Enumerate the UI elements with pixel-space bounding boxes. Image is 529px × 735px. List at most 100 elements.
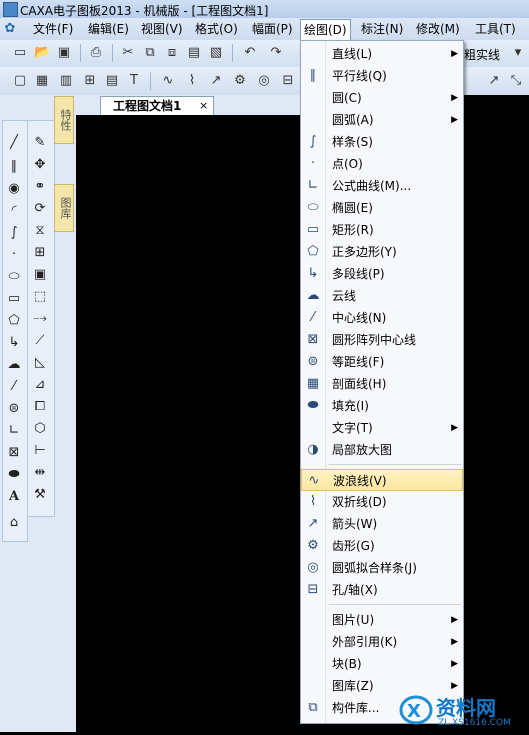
print-icon[interactable]: ⎙ <box>88 45 104 61</box>
cloud-tool-icon[interactable]: ☁ <box>4 355 24 375</box>
menu-dimension[interactable]: 标注(N) <box>358 21 406 37</box>
modify-tool-icon[interactable]: ↗ <box>486 73 502 89</box>
draw-menu-item[interactable]: 图片(U) ▶ <box>301 609 463 631</box>
polygon-tool-icon[interactable]: ⬠ <box>4 311 24 331</box>
draw-menu-item[interactable]: ▭ 矩形(R) <box>301 219 463 241</box>
draw-menu-item[interactable]: ◎ 圆弧拟合样条(J) <box>301 557 463 579</box>
stretch-tool-icon[interactable]: ⧠ <box>30 397 50 417</box>
draw-menu-item[interactable]: 圆弧(A) ▶ <box>301 109 463 131</box>
hatch-tool-icon[interactable]: ⊠ <box>4 443 24 463</box>
draw-menu-item[interactable]: ↗ 箭头(W) <box>301 513 463 535</box>
table-icon[interactable]: ⊞ <box>82 73 98 89</box>
menu-draw[interactable]: 绘图(D) <box>300 19 351 40</box>
dim-tool-icon[interactable]: ⇹ <box>30 463 50 483</box>
copy-icon[interactable]: ⧉ <box>142 45 158 61</box>
paste-icon[interactable]: ▤ <box>186 45 202 61</box>
draw-menu-item[interactable]: 块(B) ▶ <box>301 653 463 675</box>
format-painter-icon[interactable]: ▧ <box>208 45 224 61</box>
draw-menu-item[interactable]: 外部引用(K) ▶ <box>301 631 463 653</box>
menu-file[interactable]: 文件(F) <box>30 21 76 37</box>
draw-menu-item[interactable]: ∟ 公式曲线(M)... <box>301 175 463 197</box>
arrow-tool-icon[interactable]: ↗ <box>208 73 224 89</box>
app-menu-icon[interactable]: ✿ <box>2 21 18 37</box>
erase-tool-icon[interactable]: ✎ <box>30 133 50 153</box>
text-tool-icon[interactable]: A <box>4 487 24 507</box>
break-tool-icon[interactable]: ⟋ <box>30 331 50 351</box>
wave-line-tool-icon[interactable]: ∿ <box>160 73 176 89</box>
menu-edit[interactable]: 编辑(E) <box>85 21 132 37</box>
block-tool-icon[interactable]: ⌂ <box>4 513 24 533</box>
draw-menu-item[interactable]: ▦ 剖面线(H) <box>301 373 463 395</box>
parallel-tool-icon[interactable]: ∥ <box>4 157 24 177</box>
text-box-icon[interactable]: T <box>126 73 142 89</box>
chevron-down-icon[interactable]: ▾ <box>510 45 526 61</box>
rectangle-tool-icon[interactable]: ▭ <box>4 289 24 309</box>
draw-menu-item[interactable]: ∿ 波浪线(V) <box>301 469 463 491</box>
title-block-icon[interactable]: ▦ <box>34 73 50 89</box>
save-icon[interactable]: ▣ <box>56 45 72 61</box>
new-file-icon[interactable]: ▭ <box>12 45 28 61</box>
linestyle-select[interactable]: 粗实线 <box>464 46 500 63</box>
point-tool-icon[interactable]: · <box>4 245 24 265</box>
menu-modify[interactable]: 修改(M) <box>413 21 463 37</box>
copy-tool-icon[interactable]: ⚭ <box>30 177 50 197</box>
close-icon[interactable]: × <box>199 97 208 115</box>
draw-menu-item[interactable]: ⁄ 中心线(N) <box>301 307 463 329</box>
scale-tool-icon[interactable]: ⤡ <box>508 73 524 89</box>
measure-tool-icon[interactable]: ⊢ <box>30 441 50 461</box>
frame-icon[interactable]: ▥ <box>58 73 74 89</box>
spline-tool-icon[interactable]: ∫ <box>4 223 24 243</box>
paint-tool-icon[interactable]: ⚒ <box>30 485 50 505</box>
draw-menu-item[interactable]: ⊜ 等距线(F) <box>301 351 463 373</box>
array-tool-icon[interactable]: ⊞ <box>30 243 50 263</box>
mirror-tool-icon[interactable]: ⧖ <box>30 221 50 241</box>
explode-tool-icon[interactable]: ⬡ <box>30 419 50 439</box>
window-select-icon[interactable]: ▢ <box>12 73 28 89</box>
draw-menu-item[interactable]: 圆(C) ▶ <box>301 87 463 109</box>
parts-list-icon[interactable]: ▤ <box>104 73 120 89</box>
draw-menu-item[interactable]: ⌇ 双折线(D) <box>301 491 463 513</box>
panel-tab-properties[interactable]: 特性 <box>54 96 74 144</box>
chamfer-tool-icon[interactable]: ⊿ <box>30 375 50 395</box>
paste-special-icon[interactable]: ⧈ <box>164 45 180 61</box>
menu-tools[interactable]: 工具(T) <box>472 21 519 37</box>
draw-menu-item[interactable]: ☁ 云线 <box>301 285 463 307</box>
polyline-tool-icon[interactable]: ↳ <box>4 333 24 353</box>
hole-shaft-tool-icon[interactable]: ⊟ <box>280 73 296 89</box>
draw-menu-item[interactable]: ⬬ 填充(I) <box>301 395 463 417</box>
gear-tooth-tool-icon[interactable]: ⚙ <box>232 73 248 89</box>
draw-menu-item[interactable]: ⊠ 圆形阵列中心线 <box>301 329 463 351</box>
menu-format[interactable]: 格式(O) <box>192 21 241 37</box>
line-tool-icon[interactable]: ╱ <box>4 133 24 153</box>
arc-tool-icon[interactable]: ◜ <box>4 201 24 221</box>
trim-tool-icon[interactable]: ⬚ <box>30 287 50 307</box>
draw-menu-item[interactable]: 文字(T) ▶ <box>301 417 463 439</box>
draw-menu-item[interactable]: ↳ 多段线(P) <box>301 263 463 285</box>
draw-menu-item[interactable]: ⊟ 孔/轴(X) <box>301 579 463 601</box>
redo-icon[interactable]: ↷ <box>268 45 284 61</box>
extend-tool-icon[interactable]: ⤍ <box>30 309 50 329</box>
draw-menu-item[interactable]: ⬠ 正多边形(Y) <box>301 241 463 263</box>
break-line-tool-icon[interactable]: ⌇ <box>184 73 200 89</box>
arc-fit-spline-tool-icon[interactable]: ◎ <box>256 73 272 89</box>
fillet-tool-icon[interactable]: ◺ <box>30 353 50 373</box>
drawing-canvas-right[interactable] <box>462 95 529 732</box>
menu-view[interactable]: 视图(V) <box>138 21 186 37</box>
centerline-tool-icon[interactable]: ⁄ <box>4 377 24 397</box>
move-tool-icon[interactable]: ✥ <box>30 155 50 175</box>
angle-tool-icon[interactable]: ∟ <box>4 421 24 441</box>
undo-icon[interactable]: ↶ <box>242 45 258 61</box>
menu-sheet[interactable]: 幅面(P) <box>249 21 296 37</box>
draw-menu-item[interactable]: ◑ 局部放大图 <box>301 439 463 461</box>
cut-icon[interactable]: ✂ <box>120 45 136 61</box>
offset-tool-icon[interactable]: ⊜ <box>4 399 24 419</box>
draw-menu-item[interactable]: ∫ 样条(S) <box>301 131 463 153</box>
drawing-canvas[interactable] <box>76 116 300 732</box>
draw-menu-item[interactable]: · 点(O) <box>301 153 463 175</box>
rotate-tool-icon[interactable]: ⟳ <box>30 199 50 219</box>
scale-tool-icon-2[interactable]: ▣ <box>30 265 50 285</box>
ellipse-tool-icon[interactable]: ⬭ <box>4 267 24 287</box>
open-file-icon[interactable]: 📂 <box>34 45 50 61</box>
draw-menu-item[interactable]: ∥ 平行线(Q) <box>301 65 463 87</box>
circle-tool-icon[interactable]: ◉ <box>4 179 24 199</box>
